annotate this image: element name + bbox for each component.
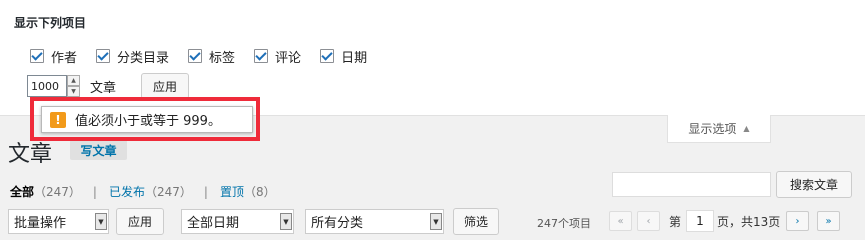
filter-separator: | <box>92 184 97 199</box>
per-page-row: 1000 ▲ ▼ 文章 应用 <box>27 73 190 99</box>
checkbox-author[interactable] <box>30 49 44 63</box>
bulk-action-value: 批量操作 <box>14 216 67 231</box>
filter-all-count: （247） <box>34 185 81 199</box>
current-page-input[interactable]: 1 <box>686 210 714 232</box>
filter-separator: | <box>203 184 208 199</box>
search-posts-button[interactable]: 搜索文章 <box>776 171 852 198</box>
filter-published-count: （247） <box>144 185 192 199</box>
spin-up-icon[interactable]: ▲ <box>67 75 80 86</box>
column-label-date: 日期 <box>341 50 368 66</box>
screen-options-tab[interactable]: 显示选项 ▲ <box>667 115 771 143</box>
column-toggle-comments[interactable]: 评论 <box>254 47 302 66</box>
filter-button[interactable]: 筛选 <box>453 208 499 235</box>
page-suffix: 页，共13页 <box>717 215 781 229</box>
date-filter-value: 全部日期 <box>187 216 240 231</box>
per-page-input[interactable]: 1000 <box>27 75 67 97</box>
column-label-categories: 分类目录 <box>117 50 170 66</box>
spin-down-icon[interactable]: ▼ <box>67 86 80 97</box>
screen-options-title: 显示下列项目 <box>14 16 87 30</box>
dropdown-arrow-icon: ▼ <box>430 213 442 230</box>
checkbox-categories[interactable] <box>96 49 111 63</box>
category-filter-select[interactable]: 所有分类 ▼ <box>305 209 444 234</box>
prev-page-button: ‹ <box>637 211 660 231</box>
items-count: 247个项目 <box>537 217 591 230</box>
filter-sticky[interactable]: 置顶 <box>220 183 244 200</box>
checkbox-tags[interactable] <box>188 49 203 63</box>
next-page-button[interactable]: › <box>786 211 809 231</box>
triangle-up-icon: ▲ <box>743 124 750 133</box>
filter-all[interactable]: 全部 <box>10 183 34 200</box>
bulk-apply-button[interactable]: 应用 <box>116 208 164 235</box>
dropdown-arrow-icon: ▼ <box>95 213 107 230</box>
column-label-author: 作者 <box>51 50 78 66</box>
category-filter-value: 所有分类 <box>311 216 364 231</box>
column-label-comments: 评论 <box>275 50 302 66</box>
column-toggle-author[interactable]: 作者 <box>30 47 78 66</box>
column-toggle-tags[interactable]: 标签 <box>188 47 236 66</box>
column-toggles: 作者 分类目录 标签 评论 日期 <box>30 47 386 66</box>
add-new-post-button[interactable]: 写文章 <box>70 140 127 160</box>
per-page-spinner[interactable]: ▲ ▼ <box>67 75 80 97</box>
page-prefix: 第 <box>669 215 682 229</box>
first-page-button: « <box>609 211 632 231</box>
checkbox-comments[interactable] <box>254 49 269 63</box>
column-label-tags: 标签 <box>209 50 236 66</box>
post-status-filters: 全部 （247） | 已发布 （247） | 置顶 （8） <box>10 183 276 200</box>
filter-sticky-count: （8） <box>243 185 276 199</box>
dropdown-arrow-icon: ▼ <box>280 213 292 230</box>
date-filter-select[interactable]: 全部日期 ▼ <box>181 209 294 234</box>
last-page-button[interactable]: » <box>817 211 840 231</box>
screen-options-apply-button[interactable]: 应用 <box>141 73 190 99</box>
bulk-action-select[interactable]: 批量操作 ▼ <box>8 209 109 234</box>
filter-published[interactable]: 已发布 <box>109 183 145 200</box>
highlight-box <box>30 97 260 141</box>
column-toggle-date[interactable]: 日期 <box>320 47 368 66</box>
search-input[interactable] <box>612 172 771 197</box>
per-page-suffix: 文章 <box>90 80 117 96</box>
column-toggle-categories[interactable]: 分类目录 <box>96 47 170 66</box>
checkbox-date[interactable] <box>320 49 335 63</box>
screen-options-tab-label: 显示选项 <box>688 122 737 136</box>
